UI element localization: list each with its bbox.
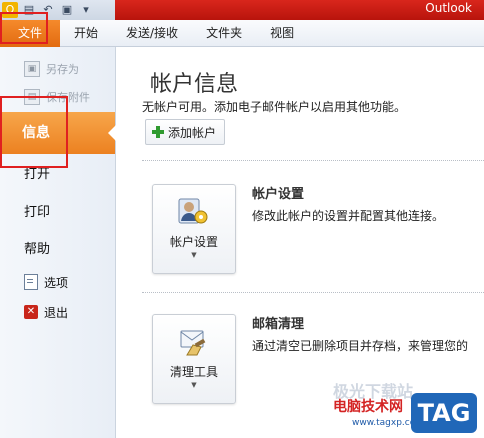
chevron-down-icon: ▼	[191, 251, 197, 259]
highlight-box-info	[0, 96, 68, 168]
account-settings-button[interactable]: 帐户设置 ▼	[152, 184, 236, 274]
nav-print[interactable]: 打印	[24, 201, 50, 220]
mailbox-cleanup-icon	[180, 330, 206, 356]
nav-save-as[interactable]: ▣ 另存为	[24, 60, 79, 78]
plus-icon	[152, 126, 164, 138]
cleanup-tools-button[interactable]: 清理工具 ▼	[152, 314, 236, 404]
title-bar: O ▤ ↶ ▣ ▾ Outlook	[0, 0, 484, 20]
divider	[142, 292, 484, 293]
mailbox-cleanup-title: 邮箱清理	[252, 317, 305, 332]
exit-icon: ✕	[24, 305, 38, 319]
highlight-box-file	[0, 12, 48, 44]
nav-options-label: 选项	[44, 275, 69, 290]
customize-toolbar-icon[interactable]: ▾	[78, 2, 94, 18]
mailbox-cleanup-description: 通过清空已删除项目并存档，来管理您的	[252, 339, 469, 353]
watermark-tag-logo: TAG	[411, 393, 477, 433]
print-preview-icon[interactable]: ▣	[59, 2, 75, 18]
divider	[142, 160, 484, 161]
account-settings-icon	[178, 198, 208, 224]
nav-exit[interactable]: ✕ 退出	[24, 303, 68, 321]
account-settings-title: 帐户设置	[252, 187, 305, 202]
nav-save-as-label: 另存为	[46, 63, 79, 76]
save-as-icon: ▣	[24, 61, 40, 77]
cleanup-tools-button-label: 清理工具	[169, 365, 218, 379]
options-icon	[24, 274, 38, 290]
tab-send-receive[interactable]: 发送/接收	[112, 20, 192, 46]
ribbon-tabs: 开始 发送/接收 文件夹 视图	[60, 20, 308, 46]
add-account-label: 添加帐户	[168, 125, 217, 140]
tab-view[interactable]: 视图	[256, 20, 308, 46]
tab-home[interactable]: 开始	[60, 20, 112, 46]
nav-help[interactable]: 帮助	[24, 238, 50, 257]
nav-options[interactable]: 选项	[24, 273, 68, 291]
page-title: 帐户信息	[150, 72, 239, 97]
nav-exit-label: 退出	[44, 305, 69, 320]
app-title: Outlook	[425, 1, 472, 15]
watermark-text: 电脑技术网	[333, 399, 403, 415]
account-settings-button-label: 帐户设置	[169, 235, 218, 249]
page-description: 无帐户可用。添加电子邮件帐户以启用其他功能。	[142, 100, 407, 114]
account-settings-description: 修改此帐户的设置并配置其他连接。	[252, 209, 445, 223]
chevron-down-icon: ▼	[191, 381, 197, 389]
add-account-button[interactable]: 添加帐户	[145, 119, 226, 145]
tab-folder[interactable]: 文件夹	[192, 20, 256, 46]
